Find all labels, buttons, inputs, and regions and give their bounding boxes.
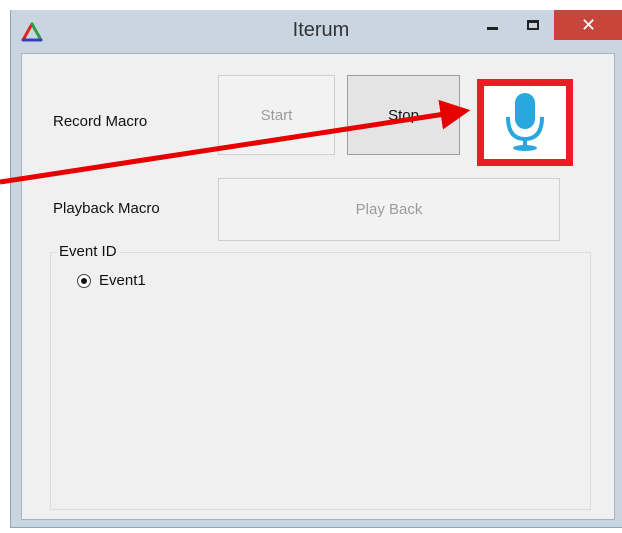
annotation-arrow bbox=[0, 99, 471, 185]
